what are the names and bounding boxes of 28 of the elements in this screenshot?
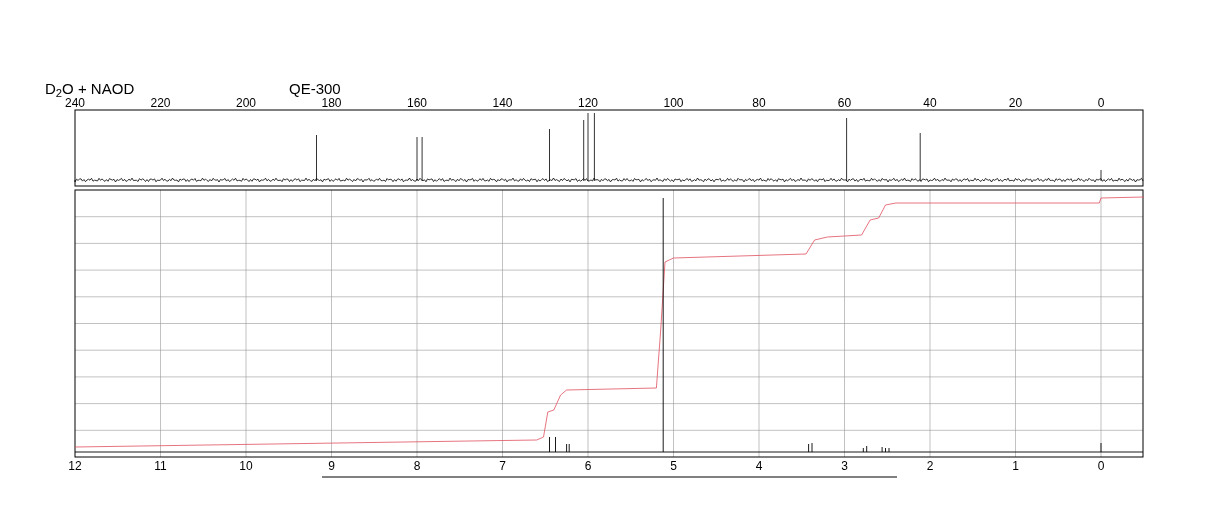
axis-tick-label: 4 (755, 460, 763, 472)
axis-tick-label: 220 (150, 97, 171, 109)
axis-tick-label: 20 (1008, 97, 1023, 109)
axis-tick-label: 140 (492, 97, 513, 109)
axis-tick-label: 11 (154, 460, 167, 472)
axis-tick-label: 8 (413, 460, 421, 472)
instrument-label: QE-300 (289, 81, 341, 96)
axis-tick-label: 200 (236, 97, 256, 109)
axis-tick-label: 40 (923, 97, 937, 109)
axis-tick-label: 12 (68, 460, 82, 472)
axis-tick-label: 0 (1097, 460, 1105, 472)
axis-tick-label: 9 (328, 460, 335, 472)
axis-tick-label: 240 (65, 97, 85, 109)
axis-tick-label: 5 (670, 460, 677, 472)
axis-tick-label: 10 (239, 460, 253, 472)
axis-tick-label: 0 (1097, 97, 1105, 109)
axis-tick-label: 120 (578, 97, 598, 109)
axis-tick-label: 180 (321, 97, 342, 109)
axis-tick-label: 60 (837, 97, 852, 109)
axis-tick-label: 3 (841, 460, 848, 472)
axis-tick-label: 80 (752, 97, 766, 109)
axis-tick-label: 160 (407, 97, 427, 109)
axis-tick-label: 7 (499, 460, 506, 472)
axis-tick-label: 1 (1012, 460, 1019, 472)
solvent-label: D$_{2}$O + NAOD (45, 81, 135, 96)
axis-tick-label: 2 (926, 460, 934, 472)
axis-tick-label: 100 (663, 97, 684, 109)
axis-tick-label: 6 (584, 460, 592, 472)
